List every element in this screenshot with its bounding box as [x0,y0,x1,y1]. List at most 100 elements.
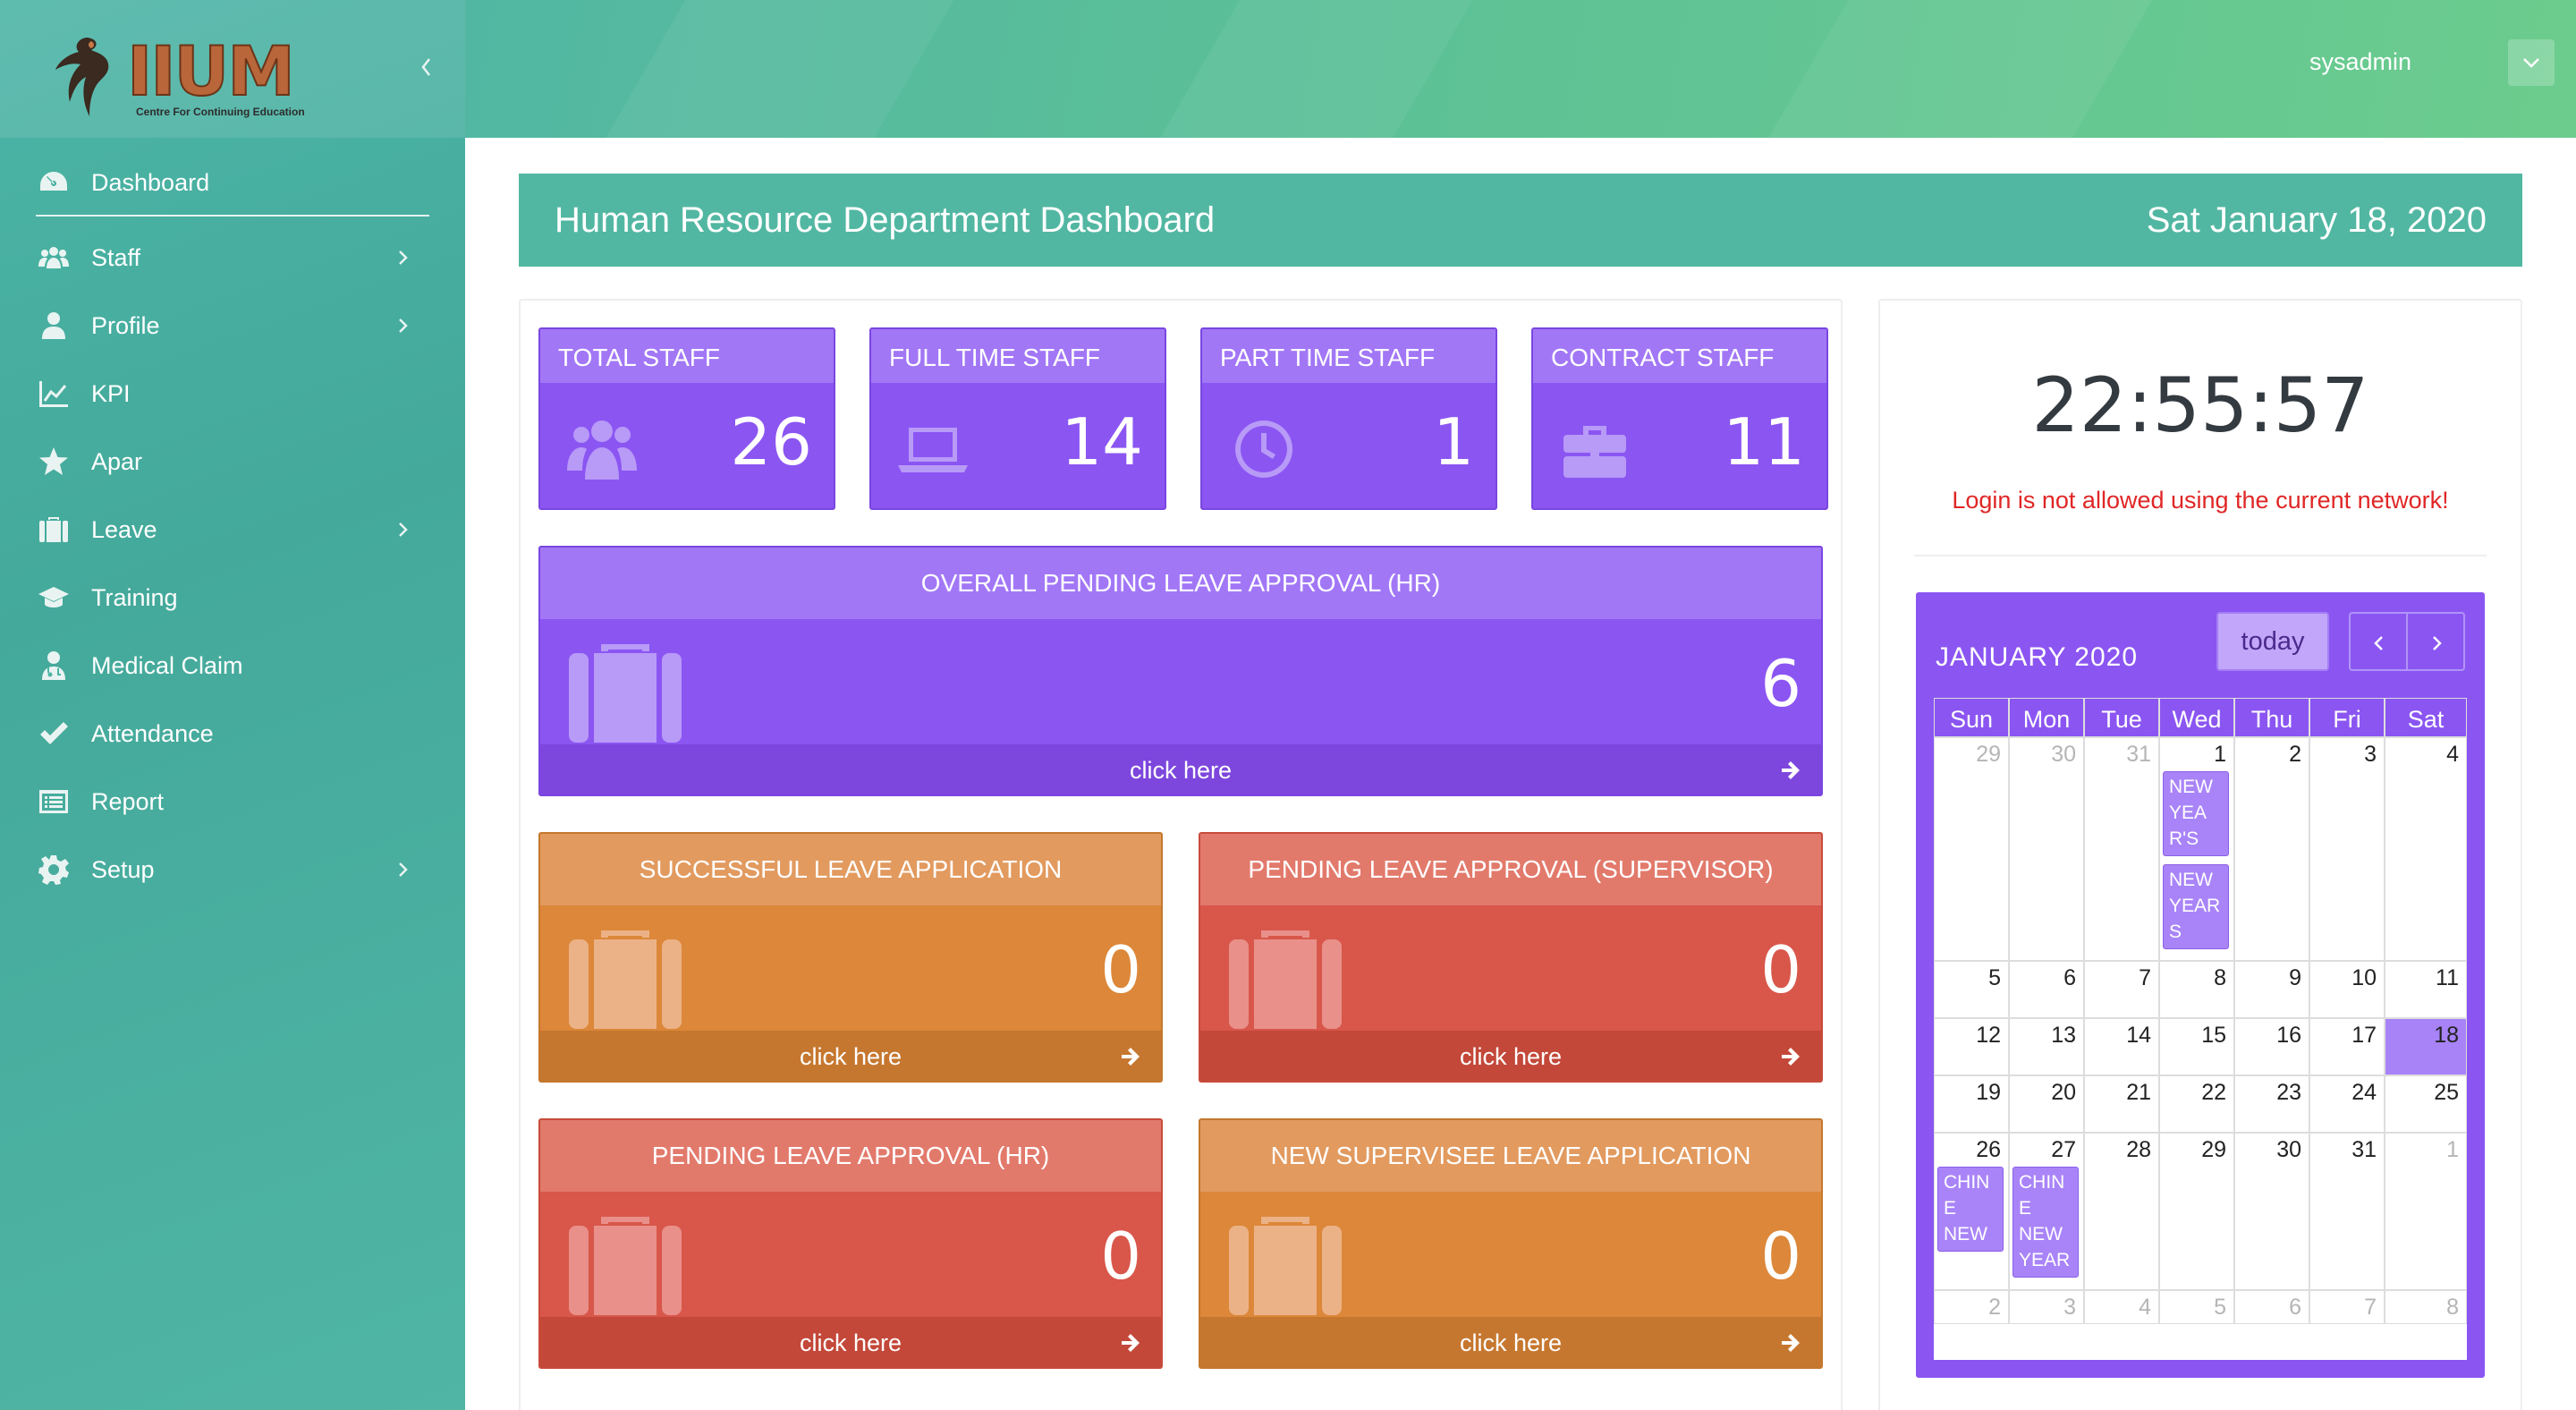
chevron-left-icon [421,58,430,76]
sidebar-item-training[interactable]: Training [36,564,429,632]
prev-month-button[interactable] [2349,612,2408,671]
day-number: 12 [1976,1023,2001,1048]
calendar-day[interactable]: 7 [2309,1290,2385,1324]
calendar-day[interactable]: 5 [1934,961,2009,1018]
calendar-event[interactable]: NEW YEAR'S DAY [2163,771,2229,856]
sidebar-nav: Dashboard Staff Profile KPI Apar Leave T… [36,150,429,904]
weekday-header: Sat [2385,698,2467,737]
click-here-link[interactable]: click here [540,1317,1161,1367]
sidebar-item-report[interactable]: Report [36,768,429,836]
calendar-day[interactable]: 22 [2159,1075,2234,1133]
chevron-right-icon [399,319,408,333]
sidebar-item-medical-claim[interactable]: Medical Claim [36,632,429,700]
calendar-day[interactable]: 24 [2309,1075,2385,1133]
calendar-day[interactable]: 29 [1934,737,2009,961]
click-here-link[interactable]: click here [540,1031,1161,1081]
calendar-day[interactable]: 23 [2234,1075,2309,1133]
calendar-day[interactable]: 5 [2159,1290,2234,1324]
calendar-day[interactable]: 19 [1934,1075,2009,1133]
calendar-event[interactable]: CHINE NEW YEAR [1937,1167,2004,1252]
day-number: 2 [2289,742,2301,767]
calendar-day[interactable]: 10 [2309,961,2385,1018]
calendar-day[interactable]: 17 [2309,1018,2385,1075]
calendar-day[interactable]: 7 [2084,961,2159,1018]
sidebar-item-setup[interactable]: Setup [36,836,429,904]
stat-card-part-time-staff[interactable]: PART TIME STAFF 1 [1200,327,1497,510]
day-number: 29 [1976,742,2001,767]
sidebar-item-kpi[interactable]: KPI [36,360,429,428]
calendar-day[interactable]: 25 [2385,1075,2467,1133]
calendar-day[interactable]: 30 [2009,737,2084,961]
day-number: 29 [2201,1137,2226,1162]
card-title: PENDING LEAVE APPROVAL (SUPERVISOR) [1200,834,1821,905]
stat-card-total-staff[interactable]: TOTAL STAFF 26 [538,327,835,510]
calendar-day[interactable]: 30 [2234,1133,2309,1290]
card-body: 0 [1200,905,1821,1031]
calendar-day[interactable]: 20 [2009,1075,2084,1133]
username[interactable]: sysadmin [2309,48,2411,76]
day-number: 19 [1976,1080,2001,1105]
suitcase-icon [567,925,683,1032]
sidebar-collapse-button[interactable] [419,54,433,81]
arrow-right-icon [1782,1048,1800,1066]
suitcase-icon [1227,1211,1343,1319]
calendar-day[interactable]: 28 [2084,1133,2159,1290]
calendar-day[interactable]: 3 [2009,1290,2084,1324]
calendar-day[interactable]: 4 [2084,1290,2159,1324]
day-number: 7 [2364,1295,2377,1320]
day-number: 28 [2126,1137,2151,1162]
calendar-day[interactable]: 6 [2009,961,2084,1018]
pending-leave-approval-hr-card: PENDING LEAVE APPROVAL (HR) 0 click here [538,1118,1163,1369]
calendar-day[interactable]: 15 [2159,1018,2234,1075]
iium-logo[interactable]: IIUM Centre For Continuing Education [47,30,342,123]
calendar-day[interactable]: 4 [2385,737,2467,961]
stat-card-contract-staff[interactable]: CONTRACT STAFF 11 [1531,327,1828,510]
today-button[interactable]: today [2216,612,2329,671]
calendar-day[interactable]: 2 [1934,1290,2009,1324]
stat-card-full-time-staff[interactable]: FULL TIME STAFF 14 [869,327,1166,510]
calendar-event[interactable]: NEW YEARS EVE [2163,864,2229,949]
calendar-day[interactable]: 16 [2234,1018,2309,1075]
calendar-day[interactable]: 13 [2009,1018,2084,1075]
calendar-day[interactable]: 11 [2385,961,2467,1018]
calendar-event[interactable]: CHINE NEW YEAR 2020 [2012,1167,2079,1278]
day-number: 3 [2364,742,2377,767]
next-month-button[interactable] [2406,612,2465,671]
calendar-day-today[interactable]: 18 [2385,1018,2467,1075]
day-number: 5 [1988,965,2001,990]
sidebar-item-attendance[interactable]: Attendance [36,700,429,768]
calendar-day[interactable]: 1 [2385,1133,2467,1290]
suitcase-icon [1227,925,1343,1032]
calendar-day[interactable]: 31 [2084,737,2159,961]
user-menu-toggle[interactable] [2508,39,2555,86]
calendar-day[interactable]: 21 [2084,1075,2159,1133]
logo-subtitle: Centre For Continuing Education [136,106,305,118]
card-value: 0 [1100,1219,1141,1294]
suitcase-icon [567,639,683,746]
calendar-day[interactable]: 8 [2159,961,2234,1018]
calendar-day[interactable]: 3 [2309,737,2385,961]
sidebar-item-dashboard[interactable]: Dashboard [36,150,429,217]
click-here-link[interactable]: click here [540,744,1821,794]
sidebar-item-label: Attendance [91,719,214,747]
link-label: click here [1459,1043,1563,1070]
calendar-day[interactable]: 8 [2385,1290,2467,1324]
sidebar-item-leave[interactable]: Leave [36,496,429,564]
day-number: 24 [2351,1080,2377,1105]
sidebar-item-apar[interactable]: Apar [36,428,429,496]
sidebar-item-profile[interactable]: Profile [36,292,429,360]
calendar-day[interactable]: 12 [1934,1018,2009,1075]
sidebar-item-staff[interactable]: Staff [36,224,429,292]
calendar-day[interactable]: 31 [2309,1133,2385,1290]
card-value: 6 [1760,646,1801,721]
card-title: PENDING LEAVE APPROVAL (HR) [540,1120,1161,1192]
card-body: 0 [540,905,1161,1031]
click-here-link[interactable]: click here [1200,1317,1821,1367]
calendar-day[interactable]: 9 [2234,961,2309,1018]
day-number: 23 [2276,1080,2301,1105]
calendar-day[interactable]: 29 [2159,1133,2234,1290]
click-here-link[interactable]: click here [1200,1031,1821,1081]
calendar-day[interactable]: 14 [2084,1018,2159,1075]
calendar-day[interactable]: 2 [2234,737,2309,961]
calendar-day[interactable]: 6 [2234,1290,2309,1324]
